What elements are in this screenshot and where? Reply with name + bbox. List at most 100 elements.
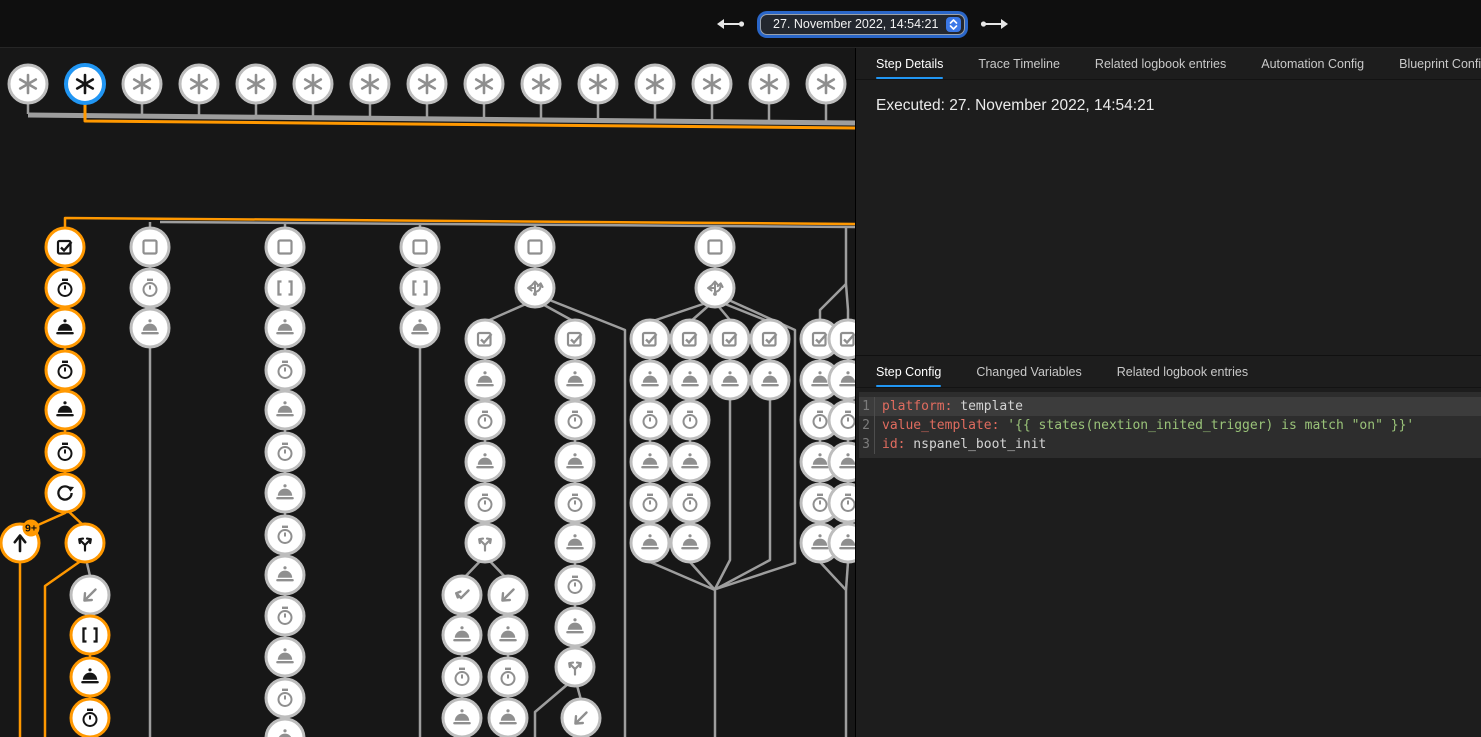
config-tab-step-config[interactable]: Step Config (876, 356, 941, 387)
automation-trace-graph-area[interactable]: 9+ (0, 0, 855, 737)
trace-node-asterisk[interactable] (807, 65, 845, 103)
trace-node-check[interactable] (466, 320, 504, 358)
details-tab-related-logbook-entries[interactable]: Related logbook entries (1095, 48, 1226, 79)
trace-node-timer[interactable] (466, 401, 504, 439)
trace-node-check[interactable] (751, 320, 789, 358)
trace-node-timer[interactable] (46, 351, 84, 389)
trace-node-asterisk[interactable] (351, 65, 389, 103)
trace-node-repeat[interactable] (46, 474, 84, 512)
trace-node-timer[interactable] (466, 484, 504, 522)
trace-node-square[interactable] (516, 228, 554, 266)
trace-node-bell[interactable] (266, 556, 304, 594)
trace-node-bell[interactable] (631, 443, 669, 481)
step-config-code-editor[interactable]: 1platform: template2value_template: '{{ … (859, 392, 1481, 458)
trace-node-check[interactable] (556, 320, 594, 358)
trace-node-bell[interactable] (401, 309, 439, 347)
trace-node-timer[interactable] (266, 679, 304, 717)
details-tab-step-details[interactable]: Step Details (876, 48, 943, 79)
trace-node-bell[interactable] (266, 474, 304, 512)
trace-node-bell[interactable] (266, 638, 304, 676)
trace-node-bell[interactable] (556, 608, 594, 646)
trace-node-choose[interactable] (696, 269, 734, 307)
trace-node-timer[interactable] (266, 433, 304, 471)
trace-node-bell[interactable] (266, 719, 304, 737)
trace-node-bell[interactable] (631, 361, 669, 399)
trace-node-brackets[interactable] (71, 616, 109, 654)
trace-node-check[interactable] (711, 320, 749, 358)
trace-node-square[interactable] (131, 228, 169, 266)
trace-node-brackets[interactable] (266, 269, 304, 307)
trace-node-goto[interactable] (71, 576, 109, 614)
trace-node-timer[interactable] (46, 269, 84, 307)
details-tab-blueprint-config[interactable]: Blueprint Config (1399, 48, 1481, 79)
trace-node-brackets[interactable] (401, 269, 439, 307)
trace-node-bell[interactable] (671, 443, 709, 481)
trace-node-timer[interactable] (489, 658, 527, 696)
trace-node-timer[interactable] (829, 401, 855, 439)
trace-node-asterisk[interactable] (522, 65, 560, 103)
trace-node-split[interactable] (66, 524, 104, 562)
trace-node-bell[interactable] (489, 699, 527, 737)
trace-node-asterisk[interactable] (237, 65, 275, 103)
trace-node-bell[interactable] (711, 361, 749, 399)
trace-graph[interactable]: 9+ (0, 0, 855, 737)
trace-node-bell[interactable] (829, 361, 855, 399)
trace-node-split[interactable] (466, 524, 504, 562)
trace-node-square[interactable] (401, 228, 439, 266)
trace-node-timer[interactable] (556, 401, 594, 439)
trace-node-asterisk[interactable] (294, 65, 332, 103)
trace-node-timer[interactable] (631, 401, 669, 439)
trace-node-asterisk[interactable] (693, 65, 731, 103)
code-line-3[interactable]: 3id: nspanel_boot_init (859, 435, 1481, 454)
trace-node-bell[interactable] (829, 443, 855, 481)
trace-node-timer[interactable] (631, 484, 669, 522)
trace-node-check[interactable] (829, 320, 855, 358)
trace-node-bell[interactable] (266, 391, 304, 429)
trace-node-check-arrow[interactable] (443, 576, 481, 614)
trace-node-timer[interactable] (556, 484, 594, 522)
trace-node-bell[interactable] (631, 524, 669, 562)
details-tab-trace-timeline[interactable]: Trace Timeline (978, 48, 1060, 79)
trace-node-asterisk[interactable] (66, 65, 104, 103)
trace-node-timer[interactable] (443, 658, 481, 696)
trace-node-square[interactable] (696, 228, 734, 266)
code-line-1[interactable]: 1platform: template (859, 397, 1481, 416)
trace-node-bell[interactable] (556, 524, 594, 562)
trace-node-bell[interactable] (46, 391, 84, 429)
config-tab-related-logbook-entries[interactable]: Related logbook entries (1117, 356, 1248, 387)
trace-node-asterisk[interactable] (579, 65, 617, 103)
trace-node-asterisk[interactable] (465, 65, 503, 103)
trace-node-timer[interactable] (671, 401, 709, 439)
trace-node-bell[interactable] (556, 361, 594, 399)
previous-run-button[interactable] (714, 15, 748, 33)
trace-node-timer[interactable] (46, 433, 84, 471)
trace-node-timer[interactable] (266, 351, 304, 389)
trace-node-bell[interactable] (443, 616, 481, 654)
trace-node-asterisk[interactable] (636, 65, 674, 103)
trace-node-asterisk[interactable] (123, 65, 161, 103)
code-line-2[interactable]: 2value_template: '{{ states(nextion_init… (859, 416, 1481, 435)
trace-node-choose[interactable] (516, 269, 554, 307)
trace-node-asterisk[interactable] (9, 65, 47, 103)
next-run-button[interactable] (977, 15, 1011, 33)
trace-node-timer[interactable] (556, 566, 594, 604)
trace-node-timer[interactable] (131, 269, 169, 307)
trace-node-bell[interactable] (46, 309, 84, 347)
trace-node-bell[interactable] (466, 361, 504, 399)
trace-node-split[interactable] (556, 648, 594, 686)
trace-node-bell[interactable] (751, 361, 789, 399)
details-tab-automation-config[interactable]: Automation Config (1261, 48, 1364, 79)
trace-node-check[interactable] (631, 320, 669, 358)
trace-node-timer[interactable] (671, 484, 709, 522)
trace-node-bell[interactable] (266, 309, 304, 347)
trace-node-timer[interactable] (71, 699, 109, 737)
trace-node-goto[interactable] (489, 576, 527, 614)
config-tab-changed-variables[interactable]: Changed Variables (976, 356, 1081, 387)
trace-node-asterisk[interactable] (408, 65, 446, 103)
trace-node-asterisk[interactable] (180, 65, 218, 103)
trace-node-bell[interactable] (671, 524, 709, 562)
trace-node-bell[interactable] (443, 699, 481, 737)
trace-node-square[interactable] (266, 228, 304, 266)
trace-node-bell[interactable] (556, 443, 594, 481)
trace-node-arrow-up[interactable]: 9+ (1, 520, 40, 563)
